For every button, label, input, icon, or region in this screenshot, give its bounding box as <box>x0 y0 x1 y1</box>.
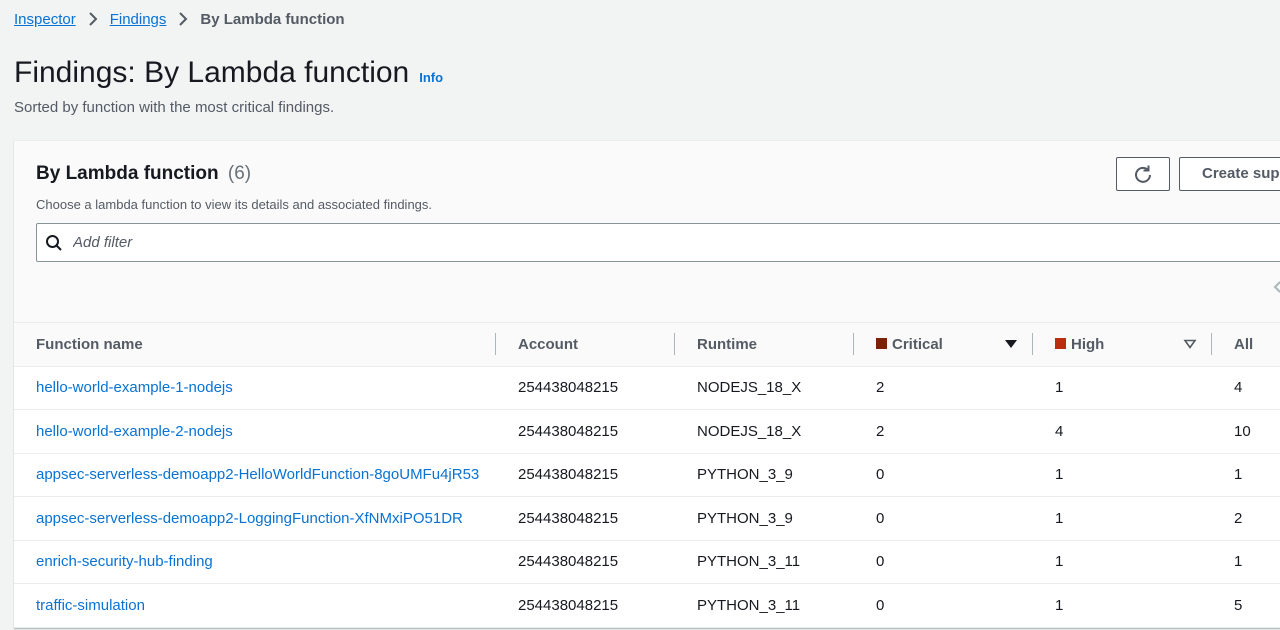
function-name-link[interactable]: hello-world-example-2-nodejs <box>36 423 233 440</box>
account-cell: 254438048215 <box>496 496 675 541</box>
function-name-cell: appsec-serverless-demoapp2-LoggingFuncti… <box>14 496 496 541</box>
filter-box[interactable] <box>36 223 1280 262</box>
account-cell: 254438048215 <box>496 540 675 584</box>
page-title: Findings: By Lambda function Info <box>14 56 443 90</box>
runtime-cell: NODEJS_18_X <box>675 409 854 454</box>
column-header-runtime[interactable]: Runtime <box>675 323 854 367</box>
table-row: appsec-serverless-demoapp2-LoggingFuncti… <box>14 496 1280 541</box>
column-label: High <box>1071 335 1105 353</box>
column-header-account[interactable]: Account <box>496 323 675 367</box>
breadcrumb: Inspector Findings By Lambda function <box>14 10 345 28</box>
critical-count-cell: 0 <box>854 540 1033 584</box>
critical-count-cell: 0 <box>854 453 1033 497</box>
function-name-cell: traffic-simulation <box>14 583 496 628</box>
function-name-link[interactable]: appsec-serverless-demoapp2-LoggingFuncti… <box>36 510 463 527</box>
function-name-cell: enrich-security-hub-finding <box>14 540 496 584</box>
column-header-critical[interactable]: Critical <box>854 323 1033 367</box>
chevron-right-icon <box>88 12 98 26</box>
panel-title: By Lambda function (6) <box>36 163 251 185</box>
critical-severity-icon <box>876 337 887 349</box>
function-name-cell: hello-world-example-1-nodejs <box>14 366 496 410</box>
runtime-cell: NODEJS_18_X <box>675 366 854 410</box>
account-cell: 254438048215 <box>496 366 675 410</box>
page-title-text: Findings: By Lambda function <box>14 56 410 89</box>
caret-down-filled-icon[interactable] <box>1004 338 1018 350</box>
function-name-link[interactable]: traffic-simulation <box>36 597 145 614</box>
runtime-cell: PYTHON_3_9 <box>675 453 854 497</box>
table-row: hello-world-example-1-nodejs 254438048215… <box>14 366 1280 410</box>
all-count-cell: 4 <box>1212 366 1280 410</box>
function-name-cell: hello-world-example-2-nodejs <box>14 409 496 454</box>
table-row: hello-world-example-2-nodejs 254438048215… <box>14 409 1280 454</box>
column-label: Function name <box>36 335 143 353</box>
function-name-link[interactable]: hello-world-example-1-nodejs <box>36 379 233 396</box>
critical-count-cell: 2 <box>854 366 1033 410</box>
column-header-all[interactable]: All <box>1212 323 1280 367</box>
column-label: Account <box>518 335 578 353</box>
caret-down-outline-icon[interactable] <box>1183 338 1197 350</box>
refresh-icon <box>1135 165 1151 183</box>
all-count-cell: 5 <box>1212 583 1280 628</box>
all-count-cell: 2 <box>1212 496 1280 541</box>
all-count-cell: 1 <box>1212 540 1280 584</box>
create-suppression-rule-button[interactable]: Create suppression rule <box>1179 157 1280 191</box>
function-name-cell: appsec-serverless-demoapp2-HelloWorldFun… <box>14 453 496 497</box>
panel-count: (6) <box>227 163 252 184</box>
all-count-cell: 1 <box>1212 453 1280 497</box>
high-count-cell: 4 <box>1033 409 1212 454</box>
critical-count-cell: 0 <box>854 496 1033 541</box>
page-subtitle: Sorted by function with the most critica… <box>14 99 335 116</box>
critical-count-cell: 0 <box>854 583 1033 628</box>
breadcrumb-findings-link[interactable]: Findings <box>110 11 167 28</box>
table-row: appsec-serverless-demoapp2-HelloWorldFun… <box>14 453 1280 497</box>
function-name-link[interactable]: appsec-serverless-demoapp2-HelloWorldFun… <box>36 466 479 483</box>
panel-title-text: By Lambda function <box>36 163 219 184</box>
chevron-left-icon[interactable] <box>1272 281 1280 293</box>
function-name-link[interactable]: enrich-security-hub-finding <box>36 553 213 570</box>
table-row: enrich-security-hub-finding 254438048215 P… <box>14 540 1280 584</box>
runtime-cell: PYTHON_3_9 <box>675 496 854 541</box>
search-icon <box>46 234 62 251</box>
refresh-button[interactable] <box>1116 157 1170 191</box>
account-cell: 254438048215 <box>496 453 675 497</box>
table-row: traffic-simulation 254438048215 PYTHON_3_1… <box>14 583 1280 628</box>
findings-table: Function name Account Runtime Critical H… <box>14 323 1280 628</box>
breadcrumb-inspector-link[interactable]: Inspector <box>14 11 76 28</box>
runtime-cell: PYTHON_3_11 <box>675 540 854 584</box>
high-count-cell: 1 <box>1033 496 1212 541</box>
account-cell: 254438048215 <box>496 583 675 628</box>
chevron-right-icon <box>179 12 188 26</box>
column-label: Runtime <box>697 335 757 353</box>
column-header-high[interactable]: High <box>1033 323 1212 367</box>
high-count-cell: 1 <box>1033 540 1212 584</box>
column-label: All <box>1234 335 1254 353</box>
high-count-cell: 1 <box>1033 453 1212 497</box>
runtime-cell: PYTHON_3_11 <box>675 583 854 628</box>
info-link[interactable]: Info <box>419 70 443 85</box>
all-count-cell: 10 <box>1212 409 1280 454</box>
lambda-findings-panel: By Lambda function (6) Choose a lambda f… <box>14 140 1280 628</box>
filter-input[interactable] <box>73 234 673 251</box>
critical-count-cell: 2 <box>854 409 1033 454</box>
account-cell: 254438048215 <box>496 409 675 454</box>
breadcrumb-current: By Lambda function <box>200 10 345 28</box>
column-header-function-name[interactable]: Function name <box>14 323 496 367</box>
high-severity-icon <box>1055 337 1066 349</box>
high-count-cell: 1 <box>1033 583 1212 628</box>
table-header-row: Function name Account Runtime Critical H… <box>14 323 1280 367</box>
column-label: Critical <box>892 335 943 353</box>
high-count-cell: 1 <box>1033 366 1212 410</box>
panel-description: Choose a lambda function to view its det… <box>36 197 433 212</box>
